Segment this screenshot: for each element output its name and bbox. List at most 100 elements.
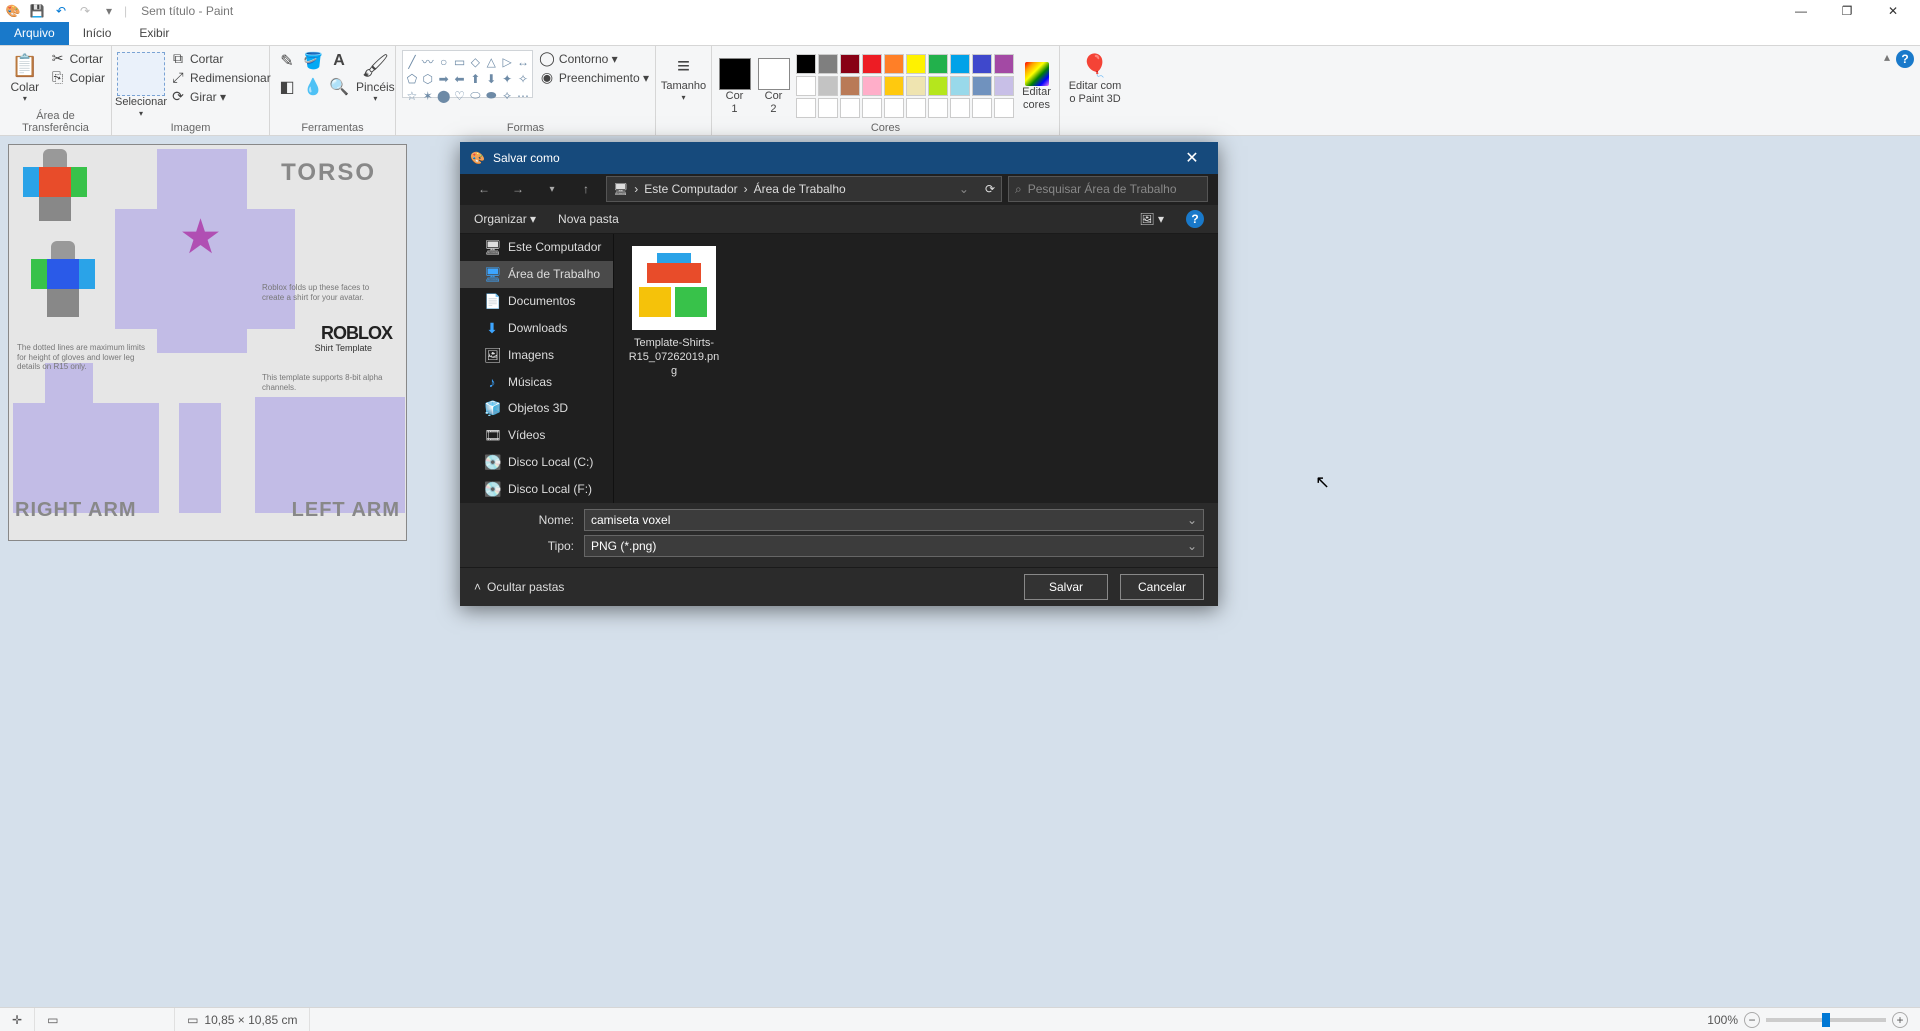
- palette-swatch[interactable]: [906, 76, 926, 96]
- tree-documents[interactable]: 📄Documentos: [460, 288, 613, 315]
- palette-swatch[interactable]: [906, 54, 926, 74]
- tree-disk-c[interactable]: 💽Disco Local (C:): [460, 449, 613, 476]
- file-item[interactable]: Template-Shirts-R15_07262019.png: [626, 246, 722, 379]
- ribbon-collapse-icon[interactable]: ▴: [1884, 50, 1890, 68]
- size-button[interactable]: ≡ Tamanho ▾: [661, 50, 706, 103]
- qat-customize-icon[interactable]: ▾: [100, 2, 118, 20]
- dialog-close-button[interactable]: ✕: [1176, 142, 1208, 174]
- chevron-down-icon[interactable]: ⌄: [1187, 513, 1197, 527]
- eraser-tool[interactable]: ◧: [276, 76, 298, 98]
- nav-back-button[interactable]: ←: [470, 175, 498, 203]
- palette-swatch[interactable]: [840, 98, 860, 118]
- tree-images[interactable]: 🖼Imagens: [460, 342, 613, 369]
- tree-disk-f[interactable]: 💽Disco Local (F:): [460, 476, 613, 503]
- palette-swatch[interactable]: [884, 54, 904, 74]
- view-mode-button[interactable]: 🖼 ▾: [1139, 212, 1164, 226]
- palette-swatch[interactable]: [862, 76, 882, 96]
- address-bar[interactable]: 🖥 › Este Computador › Área de Trabalho ⌄…: [606, 176, 1002, 202]
- search-input[interactable]: ⌕ Pesquisar Área de Trabalho: [1008, 176, 1208, 202]
- palette-swatch[interactable]: [796, 98, 816, 118]
- nav-forward-button[interactable]: →: [504, 175, 532, 203]
- dialog-help-icon[interactable]: ?: [1186, 210, 1204, 228]
- hide-folders-button[interactable]: ˄ Ocultar pastas: [474, 580, 564, 594]
- palette-swatch[interactable]: [862, 98, 882, 118]
- palette-swatch[interactable]: [818, 98, 838, 118]
- shape-fill-button[interactable]: ◉Preenchimento ▾: [539, 69, 649, 86]
- bucket-tool[interactable]: 🪣: [302, 50, 324, 72]
- qat-save-icon[interactable]: 💾: [28, 2, 46, 20]
- palette-swatch[interactable]: [862, 54, 882, 74]
- tab-view[interactable]: Exibir: [125, 22, 183, 45]
- window-close-button[interactable]: ✕: [1870, 0, 1916, 22]
- tree-desktop[interactable]: 🖥Área de Trabalho: [460, 261, 613, 288]
- tree-music[interactable]: ♪Músicas: [460, 369, 613, 395]
- text-tool[interactable]: A: [328, 50, 350, 72]
- paste-button[interactable]: 📋 Colar ▾: [6, 50, 44, 104]
- palette-swatch[interactable]: [950, 54, 970, 74]
- tree-objects3d[interactable]: 🧊Objetos 3D: [460, 395, 613, 422]
- color1-button[interactable]: Cor 1: [718, 56, 751, 116]
- palette-swatch[interactable]: [950, 76, 970, 96]
- palette-swatch[interactable]: [994, 54, 1014, 74]
- tab-file[interactable]: Arquivo: [0, 22, 69, 45]
- new-folder-button[interactable]: Nova pasta: [558, 212, 619, 226]
- cancel-button[interactable]: Cancelar: [1120, 574, 1204, 600]
- palette-swatch[interactable]: [928, 54, 948, 74]
- palette-swatch[interactable]: [906, 98, 926, 118]
- zoom-out-button[interactable]: −: [1744, 1012, 1760, 1028]
- palette-swatch[interactable]: [972, 98, 992, 118]
- filetype-select[interactable]: PNG (*.png) ⌄: [584, 535, 1204, 557]
- palette-swatch[interactable]: [950, 98, 970, 118]
- tree-downloads[interactable]: ⬇Downloads: [460, 315, 613, 342]
- select-button[interactable]: Selecionar ▾: [118, 50, 164, 119]
- chevron-down-icon[interactable]: ⌄: [1187, 539, 1197, 553]
- brushes-button[interactable]: 🖌 Pincéis ▾: [356, 50, 395, 104]
- pencil-tool[interactable]: ✎: [276, 50, 298, 72]
- palette-swatch[interactable]: [840, 54, 860, 74]
- palette-swatch[interactable]: [972, 54, 992, 74]
- resize-button[interactable]: ⤢Redimensionar: [170, 69, 271, 86]
- tree-this-pc[interactable]: 🖥Este Computador: [460, 234, 613, 261]
- window-maximize-button[interactable]: ❐: [1824, 0, 1870, 22]
- magnify-tool[interactable]: 🔍: [328, 76, 350, 98]
- palette-swatch[interactable]: [884, 98, 904, 118]
- shape-outline-button[interactable]: ◯Contorno ▾: [539, 50, 649, 67]
- window-minimize-button[interactable]: —: [1778, 0, 1824, 22]
- palette-swatch[interactable]: [884, 76, 904, 96]
- palette-swatch[interactable]: [818, 54, 838, 74]
- palette-swatch[interactable]: [818, 76, 838, 96]
- palette-swatch[interactable]: [796, 54, 816, 74]
- canvas[interactable]: ★ TORSO RIGHT ARM LEFT ARM ROBLOX Shirt …: [8, 144, 407, 541]
- shapes-gallery[interactable]: ╱〰○▭◇△▷↔ ⬠⬡➡⬅⬆⬇✦✧ ☆✶⬤♡⬭⬬⟡⋯: [402, 50, 533, 98]
- save-button[interactable]: Salvar: [1024, 574, 1108, 600]
- breadcrumb-this-pc[interactable]: Este Computador: [644, 182, 737, 196]
- nav-recent-button[interactable]: ▾: [538, 175, 566, 203]
- breadcrumb-desktop[interactable]: Área de Trabalho: [754, 182, 846, 196]
- dialog-titlebar[interactable]: 🎨 Salvar como ✕: [460, 142, 1218, 174]
- cut-button[interactable]: ✂Cortar: [50, 50, 105, 67]
- qat-undo-icon[interactable]: ↶: [52, 2, 70, 20]
- nav-up-button[interactable]: ↑: [572, 175, 600, 203]
- qat-redo-icon[interactable]: ↷: [76, 2, 94, 20]
- palette-swatch[interactable]: [972, 76, 992, 96]
- zoom-slider[interactable]: [1766, 1018, 1886, 1022]
- tree-videos[interactable]: 🎞Vídeos: [460, 422, 613, 449]
- tab-home[interactable]: Início: [69, 22, 126, 45]
- rotate-button[interactable]: ⟳Girar ▾: [170, 88, 271, 105]
- filename-input[interactable]: camiseta voxel ⌄: [584, 509, 1204, 531]
- help-icon[interactable]: ?: [1896, 50, 1914, 68]
- zoom-in-button[interactable]: +: [1892, 1012, 1908, 1028]
- copy-button[interactable]: ⎘Copiar: [50, 69, 105, 86]
- address-dropdown-icon[interactable]: ⌄: [959, 182, 969, 196]
- picker-tool[interactable]: 💧: [302, 76, 324, 98]
- crop-button[interactable]: ⧉Cortar: [170, 50, 271, 67]
- organize-button[interactable]: Organizar ▾: [474, 212, 536, 226]
- palette-swatch[interactable]: [994, 76, 1014, 96]
- paint3d-button[interactable]: 🎈 Editar com o Paint 3D: [1072, 50, 1118, 106]
- refresh-icon[interactable]: ⟳: [985, 182, 995, 196]
- palette-swatch[interactable]: [840, 76, 860, 96]
- palette-swatch[interactable]: [928, 76, 948, 96]
- palette-swatch[interactable]: [994, 98, 1014, 118]
- file-list[interactable]: Template-Shirts-R15_07262019.png: [614, 234, 1218, 503]
- palette-swatch[interactable]: [796, 76, 816, 96]
